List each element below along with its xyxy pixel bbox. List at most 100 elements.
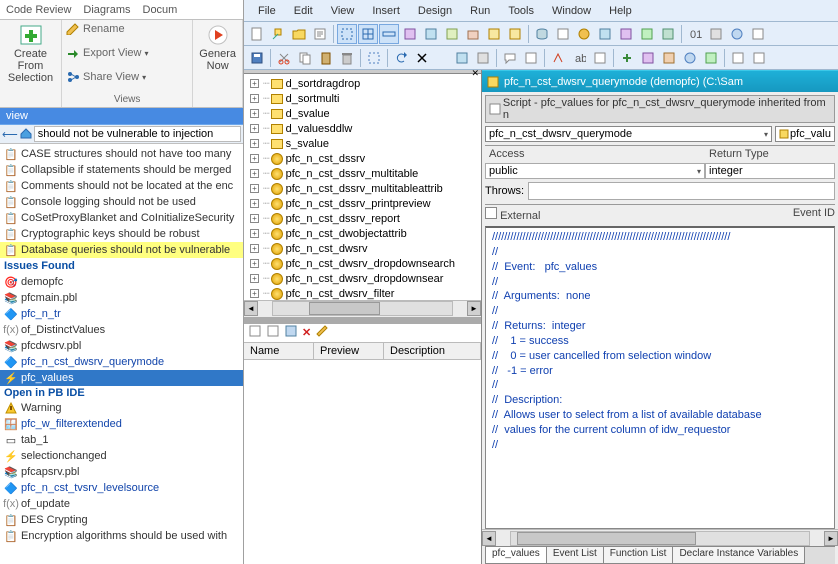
copy-button[interactable] — [295, 48, 315, 68]
tab-declare-vars[interactable]: Declare Instance Variables — [672, 547, 805, 564]
expand-icon[interactable]: + — [250, 289, 259, 298]
tb-btn[interactable] — [463, 24, 483, 44]
tree-node-event[interactable]: ⚡selectionchanged — [0, 448, 243, 464]
comment-button[interactable] — [500, 48, 520, 68]
close-icon[interactable]: ✕ — [471, 70, 479, 79]
menu-tools[interactable]: Tools — [500, 3, 542, 19]
tree-row[interactable]: +┈s_svalue — [244, 136, 481, 151]
rule-item[interactable]: 📋Cryptographic keys should be robust — [0, 226, 243, 242]
select-all-button[interactable] — [364, 48, 384, 68]
scroll-thumb[interactable] — [517, 532, 696, 545]
tb-btn[interactable] — [473, 48, 493, 68]
tb-btn[interactable] — [680, 48, 700, 68]
inherit-button[interactable] — [268, 24, 288, 44]
menu-edit[interactable]: Edit — [286, 3, 321, 19]
tb-btn[interactable] — [505, 24, 525, 44]
save-button[interactable] — [247, 48, 267, 68]
prop-btn[interactable] — [266, 324, 280, 341]
tb-btn[interactable] — [616, 24, 636, 44]
access-combo[interactable]: public▾ — [485, 163, 705, 179]
undo-button[interactable] — [391, 48, 411, 68]
tree-node-control[interactable]: ▭tab_1 — [0, 432, 243, 448]
tree-row[interactable]: +┈pfc_n_cst_dwsrv — [244, 241, 481, 256]
tb-btn[interactable] — [637, 24, 657, 44]
warning-node[interactable]: Warning — [0, 400, 243, 416]
expand-icon[interactable]: + — [250, 184, 259, 193]
tb-btn[interactable] — [727, 24, 747, 44]
rule-item[interactable]: 📋CoSetProxyBlanket and CoInitializeSecur… — [0, 210, 243, 226]
back-icon[interactable]: ⟵ — [2, 128, 18, 141]
tb-btn[interactable] — [521, 48, 541, 68]
tree-node-object[interactable]: 🔷pfc_n_cst_dwsrv_querymode — [0, 354, 243, 370]
tb-btn[interactable] — [706, 24, 726, 44]
object-tree[interactable]: +┈d_sortdragdrop+┈d_sortmulti+┈d_svalue +… — [244, 74, 481, 300]
object-combo[interactable]: pfc_n_cst_dwsrv_querymode▾ — [485, 126, 772, 142]
rule-item[interactable]: 📋CASE structures should not have too man… — [0, 146, 243, 162]
tb-btn[interactable] — [590, 48, 610, 68]
open-in-ide-link[interactable]: Open in PB IDE — [0, 386, 243, 400]
code-editor[interactable]: ////////////////////////////////////////… — [485, 226, 835, 529]
database-button[interactable] — [532, 24, 552, 44]
create-from-selection-button[interactable]: Create From Selection — [4, 22, 57, 86]
rule-item[interactable]: 📋Collapsible if statements should be mer… — [0, 162, 243, 178]
scroll-right-icon[interactable]: ► — [467, 301, 481, 316]
preview-button[interactable] — [310, 24, 330, 44]
menu-window[interactable]: Window — [544, 3, 599, 19]
select-button[interactable] — [337, 24, 357, 44]
open-button[interactable] — [289, 24, 309, 44]
tb-btn[interactable] — [452, 48, 472, 68]
external-checkbox[interactable] — [485, 207, 497, 219]
rule-item[interactable]: 📋Console logging should not be used — [0, 194, 243, 210]
tree-row[interactable]: +┈d_svalue — [244, 106, 481, 121]
tab-event-list[interactable]: Event List — [546, 547, 604, 564]
close-button[interactable] — [412, 48, 432, 68]
expand-icon[interactable]: + — [250, 139, 259, 148]
export-view-button[interactable]: Export View▾ — [66, 46, 149, 60]
tree-row[interactable]: +┈pfc_n_cst_dssrv_report — [244, 211, 481, 226]
grid-button[interactable] — [358, 24, 378, 44]
expand-icon[interactable]: + — [250, 214, 259, 223]
ruler-button[interactable] — [379, 24, 399, 44]
tree-row[interactable]: +┈d_sortmulti — [244, 91, 481, 106]
rename-button[interactable]: Rename — [66, 22, 125, 36]
expand-icon[interactable]: + — [250, 274, 259, 283]
tb-btn[interactable] — [421, 24, 441, 44]
edit-prop-btn[interactable] — [315, 324, 329, 341]
tree-row[interactable]: +┈d_sortdragdrop — [244, 76, 481, 91]
share-view-button[interactable]: Share View▾ — [66, 70, 146, 84]
tree-node-library[interactable]: 📚pfcapsrv.pbl — [0, 464, 243, 480]
generate-now-button[interactable]: Genera Now — [197, 22, 238, 74]
tb-btn[interactable] — [400, 24, 420, 44]
rule-item[interactable]: 📋Encryption algorithms should be used wi… — [0, 528, 243, 544]
new-button[interactable] — [247, 24, 267, 44]
delete-prop-btn[interactable]: ✕ — [302, 326, 311, 339]
paste-button[interactable] — [316, 48, 336, 68]
tb-btn[interactable] — [728, 48, 748, 68]
tree-row[interactable]: +┈pfc_n_cst_dssrv_printpreview — [244, 196, 481, 211]
tb-btn[interactable] — [442, 24, 462, 44]
col-name[interactable]: Name — [244, 343, 314, 359]
tree-node-object[interactable]: 🪟pfc_w_filterextended — [0, 416, 243, 432]
tb-btn[interactable] — [659, 48, 679, 68]
ribbon-tab-diagrams[interactable]: Diagrams — [77, 0, 136, 19]
expand-icon[interactable]: + — [250, 154, 259, 163]
tree-row[interactable]: +┈pfc_n_cst_dwobjectattrib — [244, 226, 481, 241]
tree-row[interactable]: +┈pfc_n_cst_dssrv_multitable — [244, 166, 481, 181]
menu-run[interactable]: Run — [462, 3, 498, 19]
ribbon-tab-code-review[interactable]: Code Review — [0, 0, 77, 19]
scroll-right-icon[interactable]: ► — [824, 531, 838, 546]
event-combo[interactable]: pfc_valu — [775, 126, 835, 142]
scroll-left-icon[interactable]: ◄ — [482, 531, 496, 546]
expand-icon[interactable]: + — [250, 94, 259, 103]
tb-btn[interactable] — [595, 24, 615, 44]
expand-icon[interactable]: + — [250, 229, 259, 238]
rule-item-selected[interactable]: 📋Database queries should not be vulnerab… — [0, 242, 243, 258]
tb-btn[interactable] — [701, 48, 721, 68]
menu-help[interactable]: Help — [601, 3, 640, 19]
tree-node-event-selected[interactable]: ⚡pfc_values — [0, 370, 243, 386]
tb-btn[interactable] — [638, 48, 658, 68]
prop-btn[interactable] — [284, 324, 298, 341]
scroll-left-icon[interactable]: ◄ — [244, 301, 258, 316]
col-description[interactable]: Description — [384, 343, 481, 359]
tab-pfc-values[interactable]: pfc_values — [485, 547, 547, 564]
